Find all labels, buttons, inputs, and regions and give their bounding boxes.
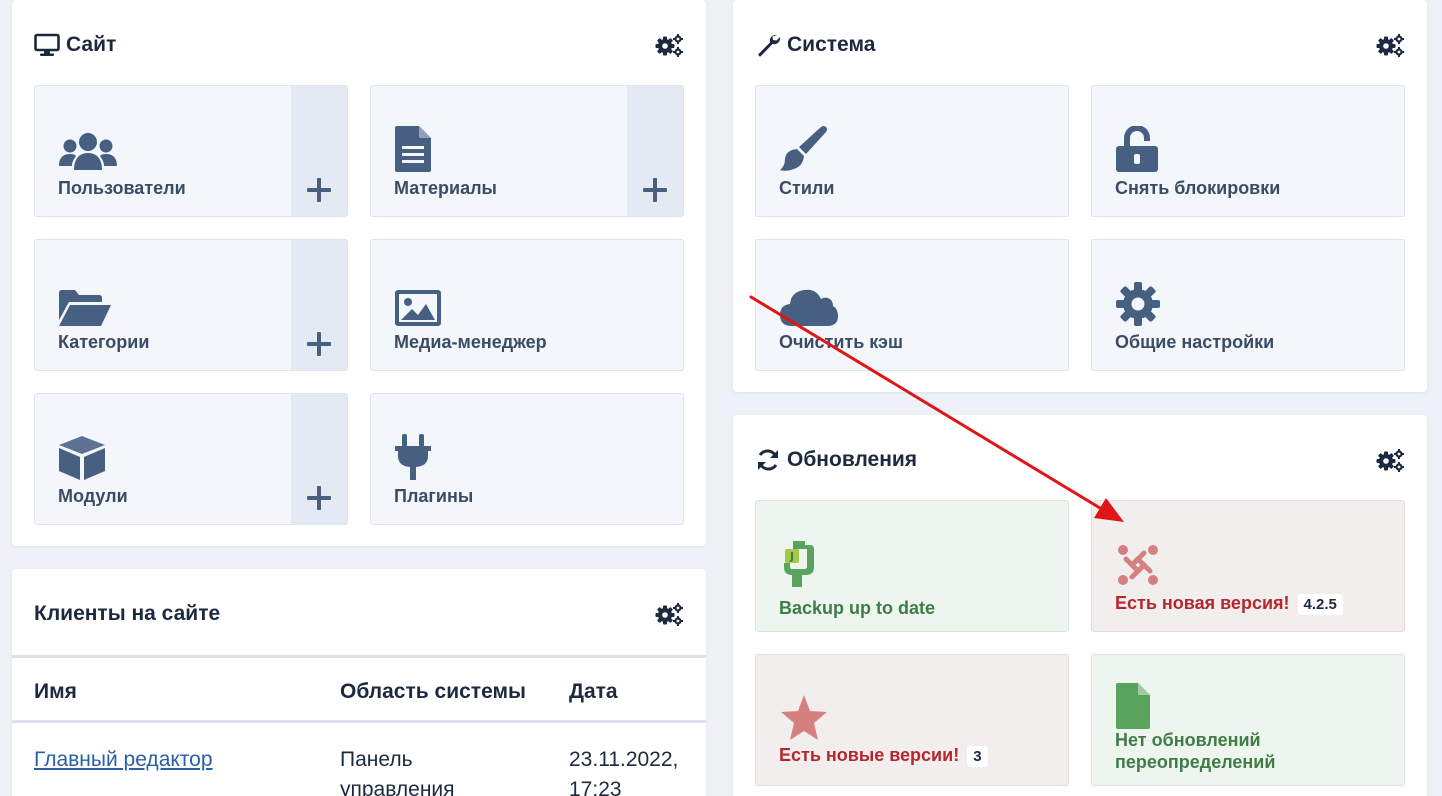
tile-categories-label: Категории: [58, 332, 150, 352]
client-name-cell: Главный редактор: [34, 745, 213, 775]
tile-global-config[interactable]: Общие настройки: [1091, 239, 1405, 371]
system-panel: Система Стили Снять блокировки Очистить …: [733, 0, 1427, 392]
system-panel-title: Система: [755, 32, 875, 58]
add-user-button[interactable]: [291, 86, 347, 216]
tile-global-config-label: Общие настройки: [1115, 332, 1275, 352]
cube-icon: [59, 430, 119, 480]
gears-icon: [1376, 449, 1404, 472]
site-panel: Сайт Пользователи Материалы Категории Ме…: [12, 0, 706, 546]
extension-updates-count-badge: 3: [967, 745, 988, 767]
tile-modules[interactable]: Модули: [34, 393, 348, 525]
tile-templates[interactable]: Стили: [755, 85, 1069, 217]
users-icon: [59, 122, 119, 172]
plus-icon: [643, 178, 667, 202]
tile-categories[interactable]: Категории: [34, 239, 348, 371]
tile-checkin[interactable]: Снять блокировки: [1091, 85, 1405, 217]
tile-extension-updates-label: Есть новые версии! 3: [779, 745, 988, 767]
tile-media-label: Медиа-менеджер: [394, 332, 547, 352]
sync-icon: [755, 447, 781, 473]
tile-joomla-update-label: Есть новая версия! 4.2.5: [1115, 593, 1343, 615]
clients-panel-title-text: Клиенты на сайте: [34, 602, 221, 625]
column-header-name: Имя: [34, 680, 77, 703]
system-panel-settings-button[interactable]: [1375, 30, 1405, 60]
star-icon: [780, 691, 840, 741]
tile-override-updates-label: Нет обновлений переопределений: [1115, 730, 1276, 772]
updates-panel-title: Обновления: [755, 447, 917, 473]
tile-modules-label: Модули: [58, 486, 128, 506]
client-date-cell: 23.11.2022, 17:23: [569, 748, 679, 796]
gear-icon: [1116, 276, 1176, 326]
updates-panel: Обновления J Backup up to date Есть нова…: [733, 415, 1427, 796]
add-category-button[interactable]: [291, 240, 347, 370]
paint-brush-icon: [780, 122, 840, 172]
monitor-icon: [34, 32, 60, 58]
extension-updates-text: Есть новые версии!: [779, 745, 960, 765]
clients-panel-header: Клиенты на сайте: [34, 599, 684, 629]
site-panel-settings-button[interactable]: [654, 30, 684, 60]
tile-checkin-label: Снять блокировки: [1115, 178, 1281, 198]
tile-joomla-update[interactable]: Есть новая версия! 4.2.5: [1091, 500, 1405, 632]
plus-icon: [307, 178, 331, 202]
add-article-button[interactable]: [627, 86, 683, 216]
plus-icon: [307, 486, 331, 510]
updates-panel-header: Обновления: [755, 445, 1405, 475]
akeeba-backup-icon: J: [780, 537, 840, 587]
file-text-icon: [395, 122, 455, 172]
tile-plugins[interactable]: Плагины: [370, 393, 684, 525]
tile-clear-cache[interactable]: Очистить кэш: [755, 239, 1069, 371]
unlock-icon: [1116, 122, 1176, 172]
client-area-cell: Панель управления: [340, 748, 455, 796]
updates-panel-settings-button[interactable]: [1375, 445, 1405, 475]
wrench-icon: [755, 32, 781, 58]
tile-plugins-label: Плагины: [394, 486, 474, 506]
column-header-date: Дата: [569, 680, 618, 703]
tile-backup-status-label: Backup up to date: [779, 598, 936, 618]
gears-icon: [655, 603, 683, 626]
joomla-version-badge: 4.2.5: [1297, 593, 1343, 615]
svg-text:J: J: [789, 550, 794, 563]
tile-users[interactable]: Пользователи: [34, 85, 348, 217]
system-panel-title-text: Система: [787, 33, 876, 56]
joomla-icon: [1116, 537, 1176, 587]
tile-users-label: Пользователи: [58, 178, 186, 198]
folder-open-icon: [59, 276, 119, 326]
tile-media[interactable]: Медиа-менеджер: [370, 239, 684, 371]
gears-icon: [1376, 34, 1404, 57]
clients-panel-settings-button[interactable]: [654, 599, 684, 629]
file-icon: [1116, 679, 1176, 729]
updates-panel-title-text: Обновления: [787, 448, 918, 471]
system-panel-header: Система: [755, 30, 1405, 60]
joomla-update-text: Есть новая версия!: [1115, 593, 1290, 613]
client-name-link[interactable]: Главный редактор: [34, 748, 213, 771]
clients-panel-title: Клиенты на сайте: [34, 602, 220, 626]
tile-backup-status[interactable]: J Backup up to date: [755, 500, 1069, 632]
image-icon: [395, 276, 455, 326]
tile-articles-label: Материалы: [394, 178, 497, 198]
cloud-icon: [780, 276, 840, 326]
site-panel-title: Сайт: [34, 32, 116, 58]
tile-override-updates[interactable]: Нет обновлений переопределений: [1091, 654, 1405, 786]
tile-extension-updates[interactable]: Есть новые версии! 3: [755, 654, 1069, 786]
clients-panel: Клиенты на сайте Имя Область системы Дат…: [12, 569, 706, 796]
site-panel-title-text: Сайт: [66, 33, 117, 56]
add-module-button[interactable]: [291, 394, 347, 524]
plus-icon: [307, 332, 331, 356]
plug-icon: [395, 430, 455, 480]
tile-clear-cache-label: Очистить кэш: [779, 332, 904, 352]
site-panel-header: Сайт: [34, 30, 684, 60]
tile-templates-label: Стили: [779, 178, 835, 198]
clients-table-header: Имя Область системы Дата: [12, 655, 706, 723]
column-header-area: Область системы: [340, 680, 526, 703]
tile-articles[interactable]: Материалы: [370, 85, 684, 217]
gears-icon: [655, 34, 683, 57]
